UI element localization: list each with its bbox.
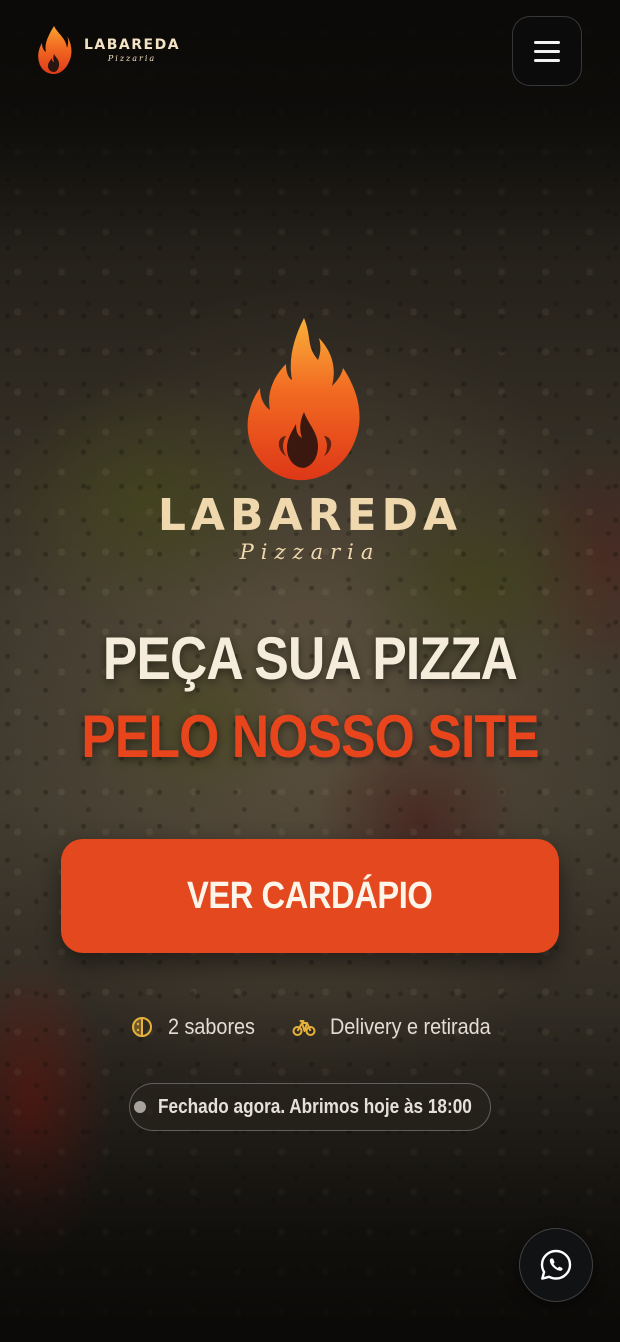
- feature-delivery-label: Delivery e retirada: [330, 1014, 491, 1039]
- view-menu-button-label: VER CARDÁPIO: [187, 874, 433, 917]
- feature-flavors-label: 2 sabores: [168, 1014, 255, 1039]
- flame-icon: [38, 26, 72, 74]
- header-brand-subtitle: Pizzaria: [107, 54, 157, 63]
- whatsapp-icon: [540, 1249, 572, 1280]
- site-header: LABAREDA Pizzaria: [0, 0, 620, 100]
- half-pizza-icon: [132, 1017, 152, 1037]
- hamburger-menu-icon: [534, 41, 560, 62]
- whatsapp-button[interactable]: [519, 1228, 593, 1302]
- headline-line-1: PEÇA SUA PIZZA: [102, 625, 518, 692]
- brand-subtitle: Pizzaria: [239, 540, 381, 564]
- status-indicator-dot: [133, 1101, 146, 1113]
- brand-name: LABAREDA: [157, 490, 463, 541]
- feature-flavors: 2 sabores: [130, 1010, 265, 1044]
- store-status-text: Fechado agora. Abrimos hoje às 18:00: [157, 1095, 472, 1118]
- flame-icon: [247, 318, 360, 481]
- feature-delivery: Delivery e retirada: [292, 1010, 509, 1044]
- headline-line-2: PELO NOSSO SITE: [81, 703, 539, 770]
- header-brand-name: LABAREDA: [84, 37, 181, 53]
- bicycle-icon: [292, 1020, 316, 1036]
- features-row: 2 sabores Delivery e retirada: [0, 1010, 620, 1044]
- view-menu-button[interactable]: VER CARDÁPIO: [61, 839, 559, 953]
- store-status-badge: Fechado agora. Abrimos hoje às 18:00: [129, 1083, 491, 1131]
- header-logo[interactable]: LABAREDA Pizzaria: [36, 24, 180, 76]
- menu-button[interactable]: [512, 16, 582, 86]
- hero-content: LABAREDA Pizzaria PEÇA SUA PIZZA PELO NO…: [0, 0, 620, 1342]
